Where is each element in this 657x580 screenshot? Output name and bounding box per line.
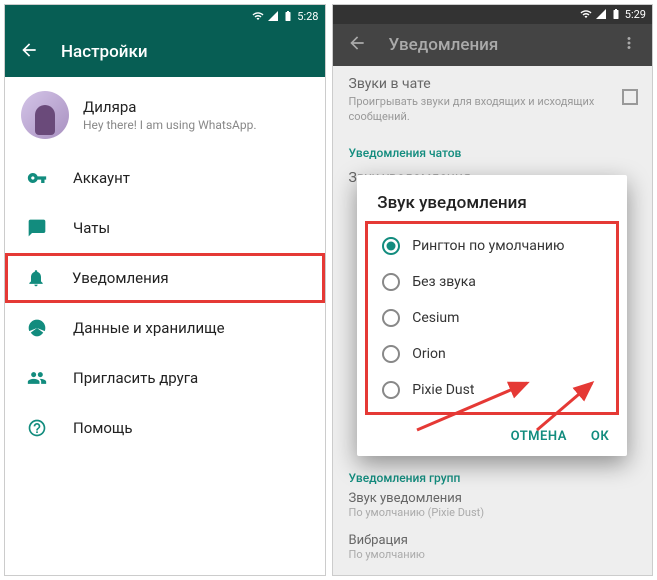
radio-option[interactable]: Pixie Dust xyxy=(372,372,612,408)
app-bar: Настройки xyxy=(5,27,325,77)
phone-settings: 5:28 Настройки Диляра Hey there! I am us… xyxy=(4,4,326,576)
sound-dialog: Звук уведомления Рингтон по умолчанию Без… xyxy=(357,175,627,456)
radio-label: Cesium xyxy=(412,310,459,326)
menu-item-key[interactable]: Аккаунт xyxy=(5,153,325,203)
chat-icon xyxy=(27,218,47,238)
page-title: Уведомления xyxy=(389,35,599,55)
page-title: Настройки xyxy=(61,42,311,62)
dialog-options: Рингтон по умолчанию Без звука Cesium Orion… xyxy=(365,221,619,415)
menu-item-chat[interactable]: Чаты xyxy=(5,203,325,253)
back-icon[interactable] xyxy=(19,40,39,64)
battery-icon xyxy=(282,10,294,22)
vibration-row[interactable]: Вибрация По умолчанию xyxy=(349,533,637,561)
signal-icon xyxy=(267,10,279,22)
wifi-icon xyxy=(580,8,592,20)
status-bar: 5:29 xyxy=(333,5,653,24)
app-bar: Уведомления xyxy=(333,24,653,67)
radio-label: Orion xyxy=(412,346,446,362)
menu-item-invite[interactable]: Пригласить друга xyxy=(5,353,325,403)
menu-item-help[interactable]: Помощь xyxy=(5,403,325,453)
menu-label: Уведомления xyxy=(72,269,169,287)
radio-icon xyxy=(382,345,400,363)
wifi-icon xyxy=(252,10,264,22)
help-icon xyxy=(27,418,47,438)
profile-info: Диляра Hey there! I am using WhatsApp. xyxy=(83,98,309,132)
status-bar: 5:28 xyxy=(5,5,325,27)
status-time: 5:29 xyxy=(625,8,646,21)
phone-notifications: 5:29 Уведомления Звуки в чате Проигрыват… xyxy=(332,4,654,576)
radio-option[interactable]: Без звука xyxy=(372,264,612,300)
invite-icon xyxy=(27,368,47,388)
radio-icon xyxy=(382,381,400,399)
cancel-button[interactable]: ОТМЕНА xyxy=(511,429,567,444)
menu-label: Пригласить друга xyxy=(73,369,198,387)
radio-option[interactable]: Рингтон по умолчанию xyxy=(372,228,612,264)
chat-sounds-row[interactable]: Звуки в чате Проигрывать звуки для входя… xyxy=(333,66,653,134)
avatar xyxy=(21,91,69,139)
radio-icon xyxy=(382,309,400,327)
radio-option[interactable]: Orion xyxy=(372,336,612,372)
section-chats: Уведомления чатов xyxy=(333,134,653,166)
dialog-actions: ОТМЕНА ОК xyxy=(357,415,627,456)
radio-label: Pixie Dust xyxy=(412,382,474,398)
back-icon[interactable] xyxy=(347,33,367,57)
menu-label: Данные и хранилище xyxy=(73,319,225,337)
profile-status: Hey there! I am using WhatsApp. xyxy=(83,118,309,132)
signal-icon xyxy=(595,8,607,20)
radio-icon xyxy=(382,237,400,255)
chat-sounds-title: Звуки в чате xyxy=(349,76,637,92)
menu-item-data[interactable]: Данные и хранилище xyxy=(5,303,325,353)
radio-icon xyxy=(382,273,400,291)
ok-button[interactable]: ОК xyxy=(591,429,609,444)
profile-name: Диляра xyxy=(83,98,309,116)
chat-sounds-sub: Проигрывать звуки для входящих и исходящ… xyxy=(349,95,637,124)
menu-item-bell[interactable]: Уведомления xyxy=(5,253,325,303)
radio-label: Рингтон по умолчанию xyxy=(412,238,564,254)
radio-option[interactable]: Cesium xyxy=(372,300,612,336)
menu-label: Помощь xyxy=(73,419,133,437)
key-icon xyxy=(27,168,47,188)
status-time: 5:28 xyxy=(297,10,318,23)
bell-icon xyxy=(26,268,46,288)
chat-sounds-checkbox[interactable] xyxy=(622,89,638,105)
data-icon xyxy=(27,318,47,338)
battery-icon xyxy=(610,8,622,20)
radio-label: Без звука xyxy=(412,274,476,290)
menu-label: Чаты xyxy=(73,219,110,237)
section-groups: Уведомления групп xyxy=(349,459,637,491)
more-icon[interactable] xyxy=(620,34,638,56)
dialog-title: Звук уведомления xyxy=(357,193,627,221)
menu-label: Аккаунт xyxy=(73,169,130,187)
settings-menu: Аккаунт Чаты Уведомления Данные и хранилище… xyxy=(5,153,325,453)
group-sound-row[interactable]: Звук уведомления По умолчанию (Pixie Dus… xyxy=(349,491,637,519)
profile-row[interactable]: Диляра Hey there! I am using WhatsApp. xyxy=(5,77,325,153)
